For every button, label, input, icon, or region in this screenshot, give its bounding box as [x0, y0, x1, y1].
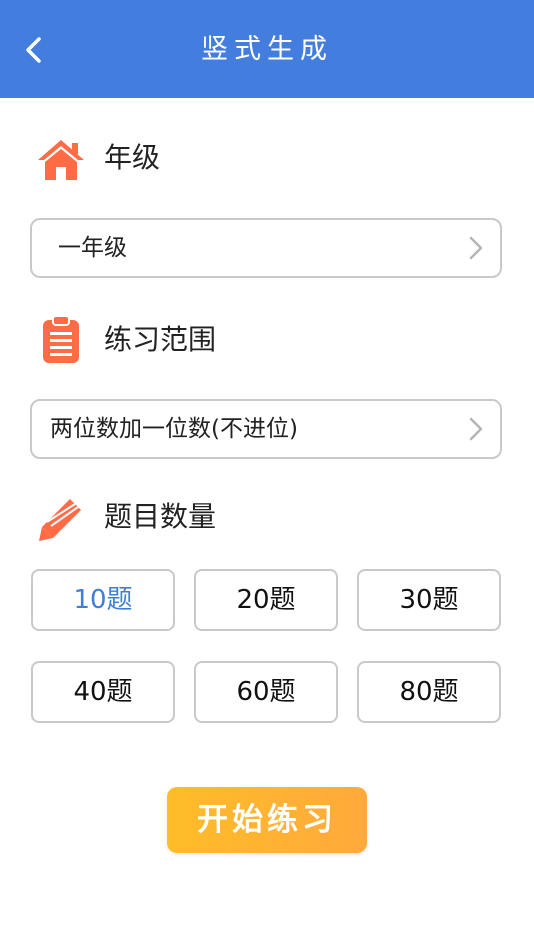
count-option-80[interactable]: 80题: [357, 661, 501, 723]
grade-section-title: 年级: [104, 141, 161, 174]
count-section-title: 题目数量: [104, 500, 217, 533]
pencil-icon: [38, 496, 84, 546]
grade-select[interactable]: 一年级: [30, 218, 502, 278]
range-select-value: 两位数加一位数(不进位): [50, 416, 298, 442]
clipboard-icon: [42, 315, 80, 368]
page-title: 竖式生成: [201, 34, 333, 65]
home-icon: [36, 138, 86, 186]
count-option-20[interactable]: 20题: [194, 569, 338, 631]
count-option-40[interactable]: 40题: [31, 661, 175, 723]
count-option-10[interactable]: 10题: [31, 569, 175, 631]
app-header: 竖式生成: [0, 0, 534, 98]
start-practice-button[interactable]: 开始练习: [167, 787, 367, 853]
grade-select-value: 一年级: [58, 235, 127, 261]
count-option-30[interactable]: 30题: [357, 569, 501, 631]
chevron-right-icon: [469, 417, 483, 441]
chevron-right-icon: [469, 236, 483, 260]
count-option-60[interactable]: 60题: [194, 661, 338, 723]
range-section-title: 练习范围: [104, 323, 217, 356]
range-select[interactable]: 两位数加一位数(不进位): [30, 399, 502, 459]
